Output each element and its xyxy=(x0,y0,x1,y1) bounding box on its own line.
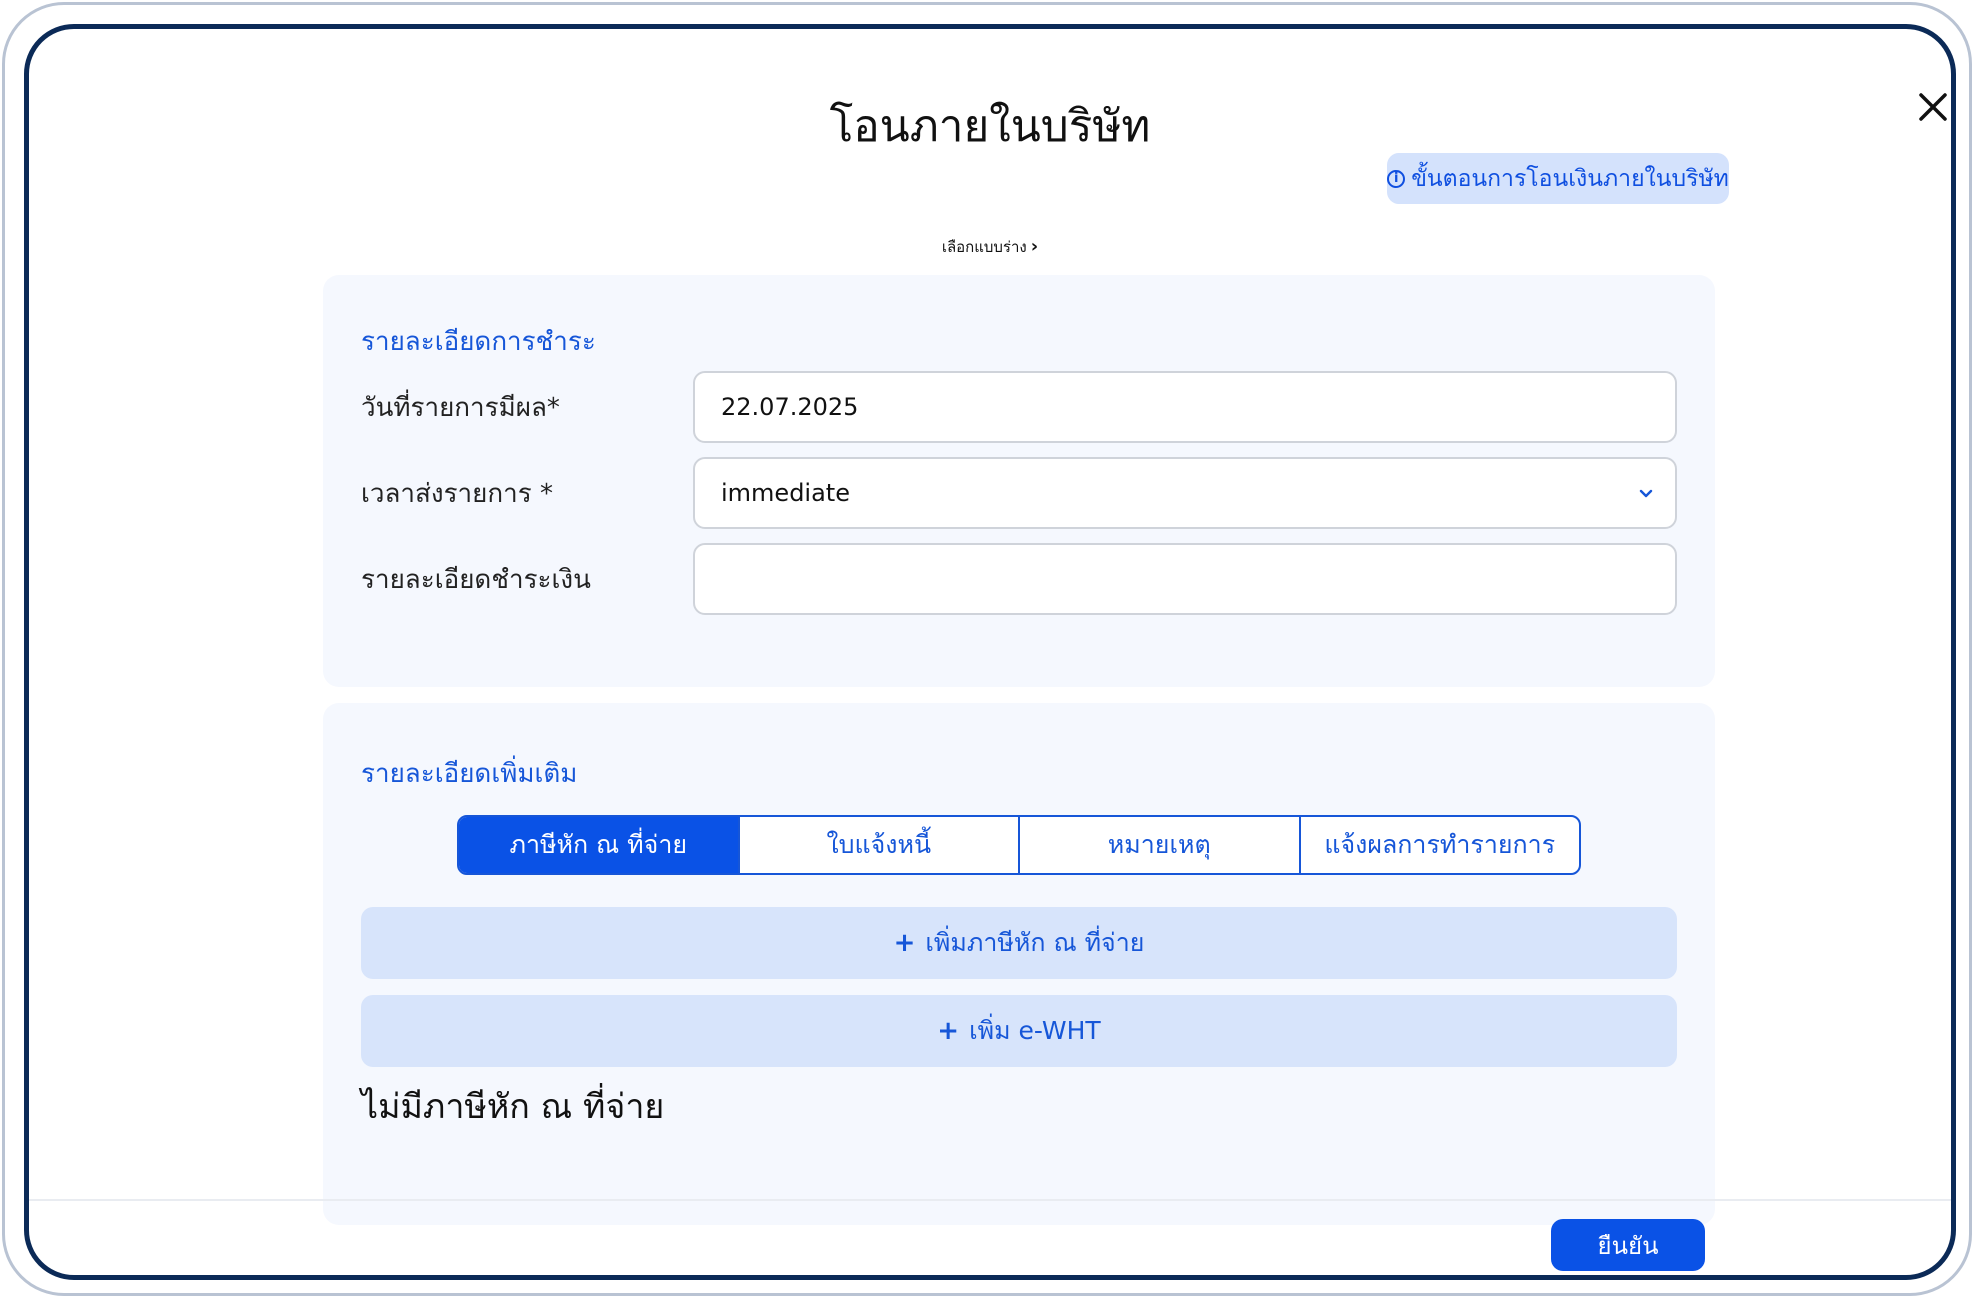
payment-detail-label: รายละเอียดชำระเงิน xyxy=(361,565,591,595)
select-template-link[interactable]: เลือกแบบร่าง › xyxy=(29,235,1951,259)
transfer-modal: โอนภายในบริษัท i ขั้นตอนการโอนเงินภายในบ… xyxy=(24,24,1956,1280)
tab-invoice[interactable]: ใบแจ้งหนี้ xyxy=(740,817,1020,873)
payment-details-panel: รายละเอียดการชำระ วันที่รายการมีผล* 22.0… xyxy=(323,275,1715,687)
payment-detail-input[interactable] xyxy=(721,564,1675,594)
additional-details-panel: รายละเอียดเพิ่มเติม ภาษีหัก ณ ที่จ่าย ใบ… xyxy=(323,703,1715,1225)
add-withholding-tax-button[interactable]: + เพิ่มภาษีหัก ณ ที่จ่าย xyxy=(361,907,1677,979)
add-ewht-button[interactable]: + เพิ่ม e-WHT xyxy=(361,995,1677,1067)
payment-details-title: รายละเอียดการชำระ xyxy=(361,327,596,357)
footer-divider xyxy=(29,1199,1951,1201)
send-time-value: immediate xyxy=(721,479,850,507)
no-withholding-tax-text: ไม่มีภาษีหัก ณ ที่จ่าย xyxy=(361,1087,665,1127)
close-icon xyxy=(1919,93,1947,121)
chevron-right-icon: › xyxy=(1030,236,1039,257)
modal-title: โอนภายในบริษัท xyxy=(829,101,1151,152)
transfer-steps-label: ขั้นตอนการโอนเงินภายในบริษัท xyxy=(1411,165,1729,192)
effective-date-value: 22.07.2025 xyxy=(721,393,859,421)
chevron-down-icon xyxy=(1639,489,1653,498)
effective-date-field[interactable]: 22.07.2025 xyxy=(693,371,1677,443)
additional-details-tabs: ภาษีหัก ณ ที่จ่าย ใบแจ้งหนี้ หมายเหตุ แจ… xyxy=(457,815,1581,875)
plus-icon: + xyxy=(893,928,916,958)
transfer-steps-button[interactable]: i ขั้นตอนการโอนเงินภายในบริษัท xyxy=(1387,153,1729,204)
send-time-label: เวลาส่งรายการ * xyxy=(361,479,553,509)
tab-withholding-tax[interactable]: ภาษีหัก ณ ที่จ่าย xyxy=(459,817,740,873)
send-time-select[interactable]: immediate xyxy=(693,457,1677,529)
select-template-label: เลือกแบบร่าง xyxy=(941,238,1027,256)
additional-details-title: รายละเอียดเพิ่มเติม xyxy=(361,759,578,789)
payment-detail-field[interactable] xyxy=(693,543,1677,615)
info-icon: i xyxy=(1387,169,1406,188)
add-withholding-tax-label: เพิ่มภาษีหัก ณ ที่จ่าย xyxy=(925,928,1145,957)
tab-remark[interactable]: หมายเหตุ xyxy=(1020,817,1301,873)
plus-icon: + xyxy=(937,1016,960,1046)
confirm-button[interactable]: ยืนยัน xyxy=(1551,1219,1705,1271)
add-ewht-label: เพิ่ม e-WHT xyxy=(969,1016,1101,1045)
tab-notification[interactable]: แจ้งผลการทำรายการ xyxy=(1301,817,1580,873)
close-button[interactable] xyxy=(1911,85,1951,129)
effective-date-label: วันที่รายการมีผล* xyxy=(361,393,560,423)
